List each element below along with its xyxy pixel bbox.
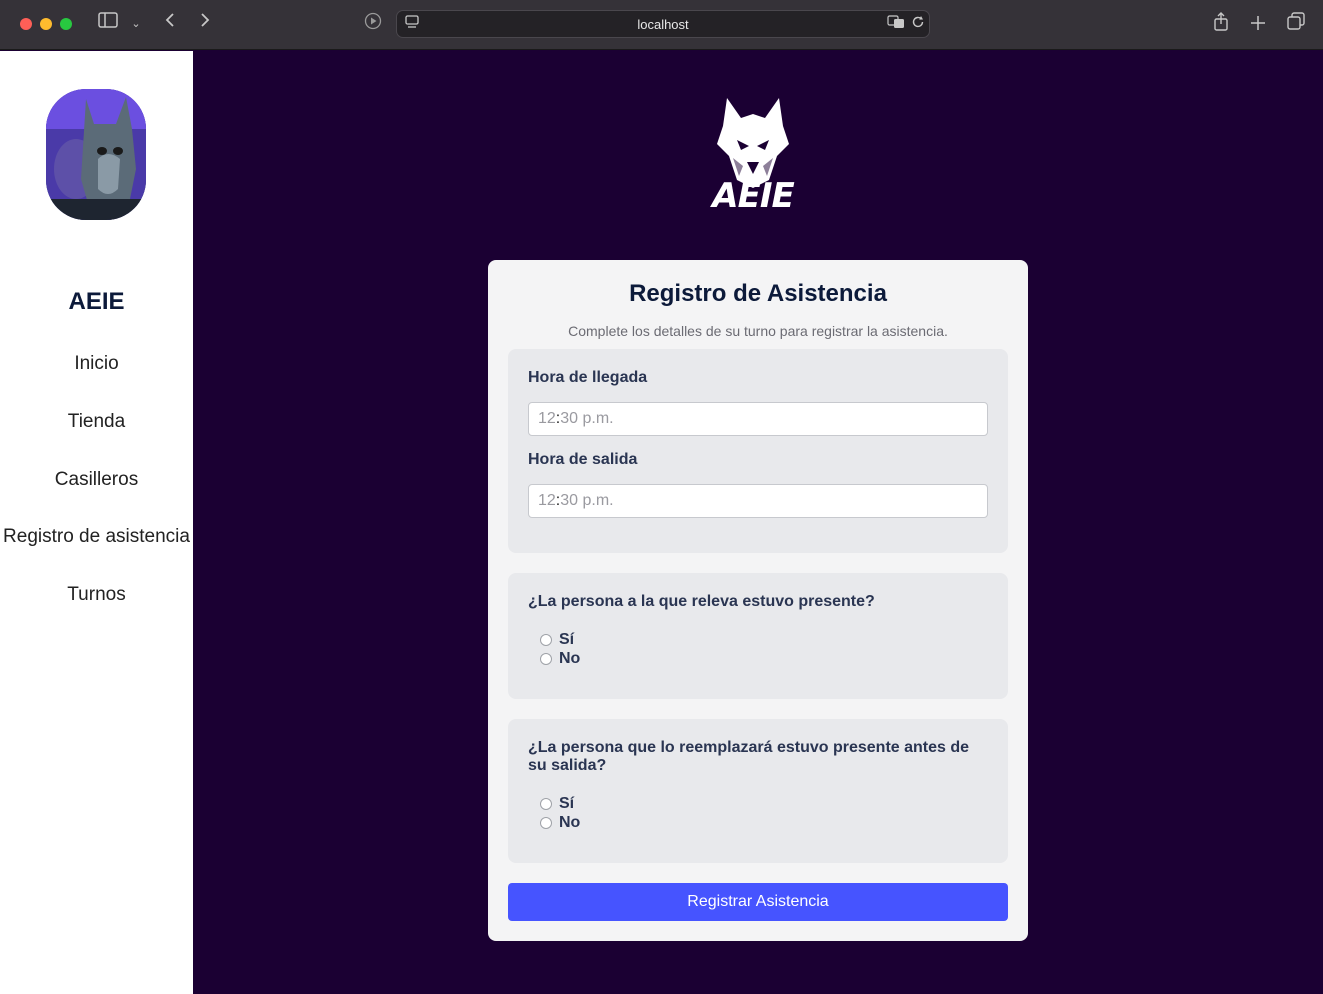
sidebar-item-turnos[interactable]: Turnos bbox=[0, 584, 193, 606]
aeie-logo: AEIE bbox=[703, 96, 803, 221]
q1-radio-si[interactable] bbox=[540, 634, 552, 646]
question-1-text: ¿La persona a la que releva estuvo prese… bbox=[528, 593, 875, 610]
q2-radio-si[interactable] bbox=[540, 798, 552, 810]
share-icon[interactable] bbox=[1211, 12, 1231, 40]
time-section: Hora de llegada 12:30 p.m. Hora de salid… bbox=[508, 349, 1008, 553]
sidebar-item-inicio[interactable]: Inicio bbox=[0, 353, 193, 375]
arrival-hour: 12 bbox=[538, 410, 556, 427]
q1-option-si[interactable]: Sí bbox=[540, 631, 574, 649]
q2-option-no[interactable]: No bbox=[540, 814, 580, 832]
tab-overview-icon[interactable] bbox=[1285, 12, 1307, 38]
sidebar-brand: AEIE bbox=[68, 288, 125, 315]
attendance-form-card: Registro de Asistencia Complete los deta… bbox=[488, 260, 1028, 941]
form-title: Registro de Asistencia bbox=[629, 280, 887, 307]
address-bar[interactable]: localhost bbox=[396, 10, 930, 38]
q2-option-no-label: No bbox=[559, 814, 581, 831]
sidebar-item-casilleros[interactable]: Casilleros bbox=[0, 469, 193, 491]
arrival-time-input[interactable]: 12:30 p.m. bbox=[528, 402, 988, 436]
minimize-window-button[interactable] bbox=[40, 18, 52, 30]
arrival-minute: 30 p.m. bbox=[560, 410, 614, 427]
question-1-section: ¿La persona a la que releva estuvo prese… bbox=[508, 573, 1008, 699]
question-2-section: ¿La persona que lo reemplazará estuvo pr… bbox=[508, 719, 1008, 863]
url-text: localhost bbox=[637, 17, 689, 32]
departure-label: Hora de salida bbox=[528, 451, 638, 468]
q1-option-si-label: Sí bbox=[559, 631, 575, 648]
q2-radio-no[interactable] bbox=[540, 817, 552, 829]
forward-icon[interactable] bbox=[195, 12, 215, 36]
departure-minute: 30 p.m. bbox=[560, 492, 614, 509]
arrival-label: Hora de llegada bbox=[528, 369, 648, 386]
avatar bbox=[46, 89, 146, 220]
q1-option-no-label: No bbox=[559, 650, 581, 667]
q1-radio-no[interactable] bbox=[540, 653, 552, 665]
form-subtitle: Complete los detalles de su turno para r… bbox=[568, 323, 948, 339]
q2-option-si-label: Sí bbox=[559, 795, 575, 812]
chevron-down-icon[interactable]: ⌄ bbox=[129, 12, 143, 36]
q1-option-no[interactable]: No bbox=[540, 650, 580, 668]
sidebar: AEIE Inicio Tienda Casilleros Registro d… bbox=[0, 51, 193, 994]
logo-text: AEIE bbox=[712, 176, 794, 216]
departure-hour: 12 bbox=[538, 492, 556, 509]
play-icon[interactable] bbox=[363, 12, 383, 38]
back-icon[interactable] bbox=[160, 12, 180, 36]
translate-icon[interactable] bbox=[886, 13, 906, 37]
departure-time-input[interactable]: 12:30 p.m. bbox=[528, 484, 988, 518]
sidebar-item-tienda[interactable]: Tienda bbox=[0, 411, 193, 433]
close-window-button[interactable] bbox=[20, 18, 32, 30]
reload-icon[interactable] bbox=[909, 13, 927, 37]
main-content: AEIE Registro de Asistencia Complete los… bbox=[193, 51, 1323, 994]
question-2-text: ¿La persona que lo reemplazará estuvo pr… bbox=[528, 739, 970, 774]
new-tab-icon[interactable] bbox=[1248, 12, 1268, 36]
sidebar-toggle-icon[interactable] bbox=[97, 12, 119, 36]
browser-toolbar: ⌄ localhost bbox=[0, 0, 1323, 50]
q2-option-si[interactable]: Sí bbox=[540, 795, 574, 813]
register-attendance-button[interactable]: Registrar Asistencia bbox=[508, 883, 1008, 921]
zoom-window-button[interactable] bbox=[60, 18, 72, 30]
sidebar-item-registro-de-asistencia[interactable]: Registro de asistencia bbox=[0, 526, 193, 548]
